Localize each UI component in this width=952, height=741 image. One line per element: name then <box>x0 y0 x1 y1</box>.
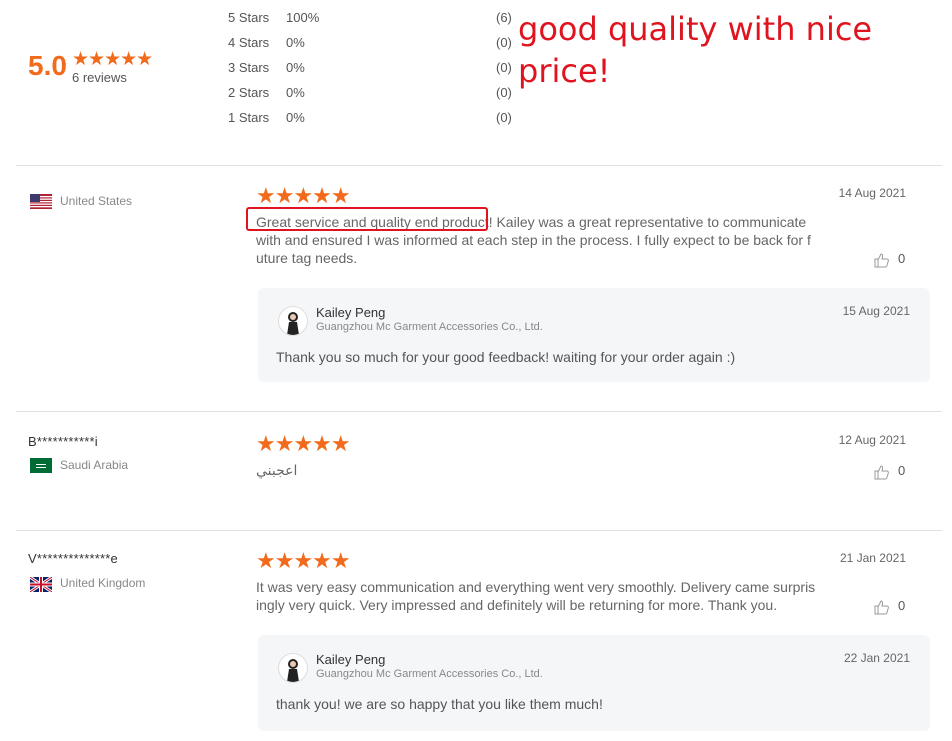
country-label: Saudi Arabia <box>60 458 129 472</box>
like-count: 0 <box>898 463 906 478</box>
reply-text: Thank you so much for your good feedback… <box>276 349 736 365</box>
thumbs-up-icon <box>874 253 889 268</box>
like-button[interactable]: 0 <box>874 598 905 615</box>
divider <box>16 530 942 531</box>
seller-name: Kailey Peng <box>316 305 386 320</box>
star-count: (0) <box>496 85 512 100</box>
buyer-name: B***********i <box>28 434 98 449</box>
review-text: اعجبني <box>256 462 298 478</box>
thumbs-up-icon <box>874 465 889 480</box>
country-label: United Kingdom <box>60 576 146 590</box>
star-distribution-row[interactable]: 3 Stars 0% (0) <box>228 60 518 80</box>
review-stars-icon: ★★★★★ <box>256 431 351 456</box>
star-level-label: 5 Stars <box>228 10 270 25</box>
like-count: 0 <box>898 251 906 266</box>
star-count: (0) <box>496 35 512 50</box>
thumbs-up-icon <box>874 600 889 615</box>
us-flag-icon <box>30 194 52 209</box>
rating-score: 5.0 <box>28 50 67 81</box>
star-percent: 100% <box>286 10 320 25</box>
like-button[interactable]: 0 <box>874 463 905 480</box>
star-level-label: 3 Stars <box>228 60 270 75</box>
like-button[interactable]: 0 <box>874 251 905 268</box>
star-percent: 0% <box>286 110 305 125</box>
divider <box>16 411 942 412</box>
reply-date: 15 Aug 2021 <box>842 304 910 318</box>
seller-company: Guangzhou Mc Garment Accessories Co., Lt… <box>316 668 543 680</box>
review-stars-icon: ★★★★★ <box>256 183 351 208</box>
review-date: 21 Jan 2021 <box>839 551 906 565</box>
review-count: 6 reviews <box>72 70 127 85</box>
star-percent: 0% <box>286 35 305 50</box>
reply-date: 22 Jan 2021 <box>843 651 910 665</box>
star-count: (0) <box>496 110 512 125</box>
highlight-annotation-box <box>246 207 488 231</box>
seller-reply: Kailey Peng Guangzhou Mc Garment Accesso… <box>258 635 930 731</box>
star-count: (6) <box>496 10 512 25</box>
star-percent: 0% <box>286 60 305 75</box>
review-text: It was very easy communication and every… <box>256 579 816 613</box>
annotation-text: good quality with nice price! <box>518 10 873 90</box>
uk-flag-icon <box>30 577 52 592</box>
rating-stars-icon: ★★★★★ <box>72 49 153 70</box>
buyer-name: V**************e <box>28 551 118 566</box>
star-distribution-row[interactable]: 1 Stars 0% (0) <box>228 110 518 130</box>
star-level-label: 2 Stars <box>228 85 270 100</box>
saudi-flag-icon <box>30 458 52 473</box>
star-percent: 0% <box>286 85 305 100</box>
review-stars-icon: ★★★★★ <box>256 548 351 573</box>
star-level-label: 4 Stars <box>228 35 270 50</box>
review-date: 12 Aug 2021 <box>838 433 906 447</box>
like-count: 0 <box>898 598 906 613</box>
star-distribution-row[interactable]: 2 Stars 0% (0) <box>228 85 518 105</box>
divider <box>16 165 942 166</box>
star-count: (0) <box>496 60 512 75</box>
star-level-label: 1 Stars <box>228 110 270 125</box>
star-distribution-row[interactable]: 4 Stars 0% (0) <box>228 35 518 55</box>
star-distribution-row[interactable]: 5 Stars 100% (6) <box>228 10 518 30</box>
reply-text: thank you! we are so happy that you like… <box>276 696 603 712</box>
seller-avatar <box>278 653 308 683</box>
seller-name: Kailey Peng <box>316 652 386 667</box>
seller-avatar <box>278 306 308 336</box>
seller-reply: Kailey Peng Guangzhou Mc Garment Accesso… <box>258 288 930 382</box>
review-date: 14 Aug 2021 <box>838 186 906 200</box>
country-label: United States <box>60 194 133 208</box>
seller-company: Guangzhou Mc Garment Accessories Co., Lt… <box>316 321 543 333</box>
